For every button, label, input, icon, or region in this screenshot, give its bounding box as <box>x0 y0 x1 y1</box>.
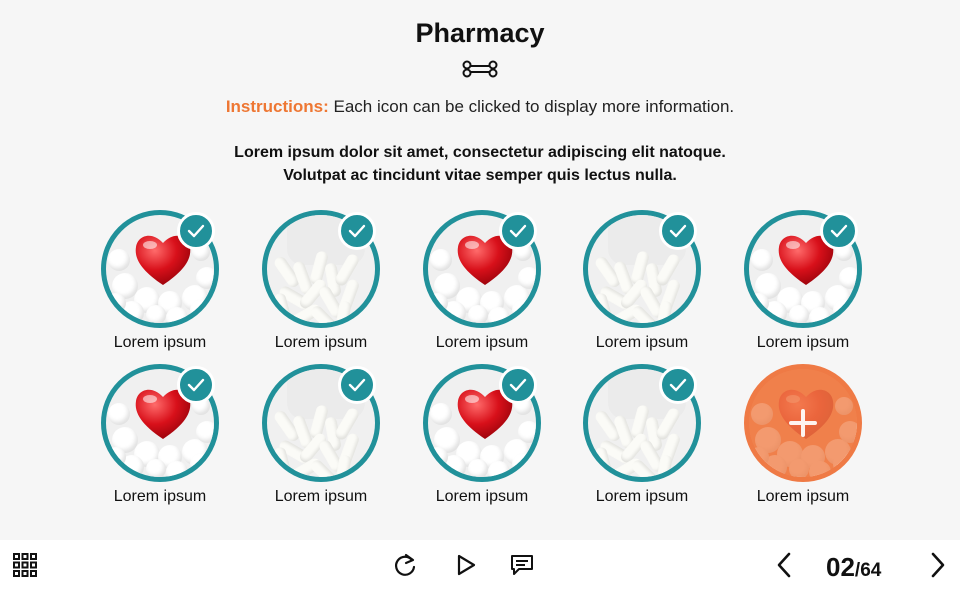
chevron-right-icon[interactable] <box>924 550 952 580</box>
icon-card-label: Lorem ipsum <box>595 488 689 505</box>
icon-card-label: Lorem ipsum <box>756 334 850 351</box>
checkmark-icon <box>820 212 858 250</box>
chevron-left-icon[interactable] <box>770 550 798 580</box>
icon-card-label: Lorem ipsum <box>113 488 207 505</box>
grid-menu-icon[interactable] <box>10 550 40 580</box>
play-icon[interactable] <box>451 550 481 580</box>
page-counter: 02/64 <box>826 552 881 583</box>
icon-card-label: Lorem ipsum <box>435 334 529 351</box>
icon-card-label: Lorem ipsum <box>595 334 689 351</box>
icon-card-4[interactable]: Lorem ipsum <box>577 210 707 360</box>
icon-card-label: Lorem ipsum <box>435 488 529 505</box>
checkmark-icon <box>499 366 537 404</box>
heart-pills-image[interactable] <box>744 364 862 482</box>
checkmark-icon <box>177 366 215 404</box>
checkmark-icon <box>177 212 215 250</box>
icon-card-label: Lorem ipsum <box>274 334 368 351</box>
icon-card-label: Lorem ipsum <box>113 334 207 351</box>
icon-grid: Lorem ipsum Lorem ipsum Lorem ipsum Lorem i… <box>0 0 960 540</box>
plus-icon <box>749 369 857 477</box>
icon-card-label: Lorem ipsum <box>274 488 368 505</box>
icon-card-10[interactable]: Lorem ipsum <box>738 364 868 514</box>
icon-card-7[interactable]: Lorem ipsum <box>256 364 386 514</box>
icon-card-8[interactable]: Lorem ipsum <box>417 364 547 514</box>
icon-card-1[interactable]: Lorem ipsum <box>95 210 225 360</box>
icon-card-5[interactable]: Lorem ipsum <box>738 210 868 360</box>
icon-card-9[interactable]: Lorem ipsum <box>577 364 707 514</box>
checkmark-icon <box>338 212 376 250</box>
footer-toolbar: 02/64 <box>0 540 960 590</box>
icon-card-3[interactable]: Lorem ipsum <box>417 210 547 360</box>
icon-card-6[interactable]: Lorem ipsum <box>95 364 225 514</box>
checkmark-icon <box>499 212 537 250</box>
notes-icon[interactable] <box>507 550 537 580</box>
current-page: 02 <box>826 552 855 582</box>
total-pages: /64 <box>854 560 882 581</box>
icon-card-2[interactable]: Lorem ipsum <box>256 210 386 360</box>
icon-card-label: Lorem ipsum <box>756 488 850 505</box>
checkmark-icon <box>659 212 697 250</box>
checkmark-icon <box>659 366 697 404</box>
replay-icon[interactable] <box>390 550 420 580</box>
checkmark-icon <box>338 366 376 404</box>
